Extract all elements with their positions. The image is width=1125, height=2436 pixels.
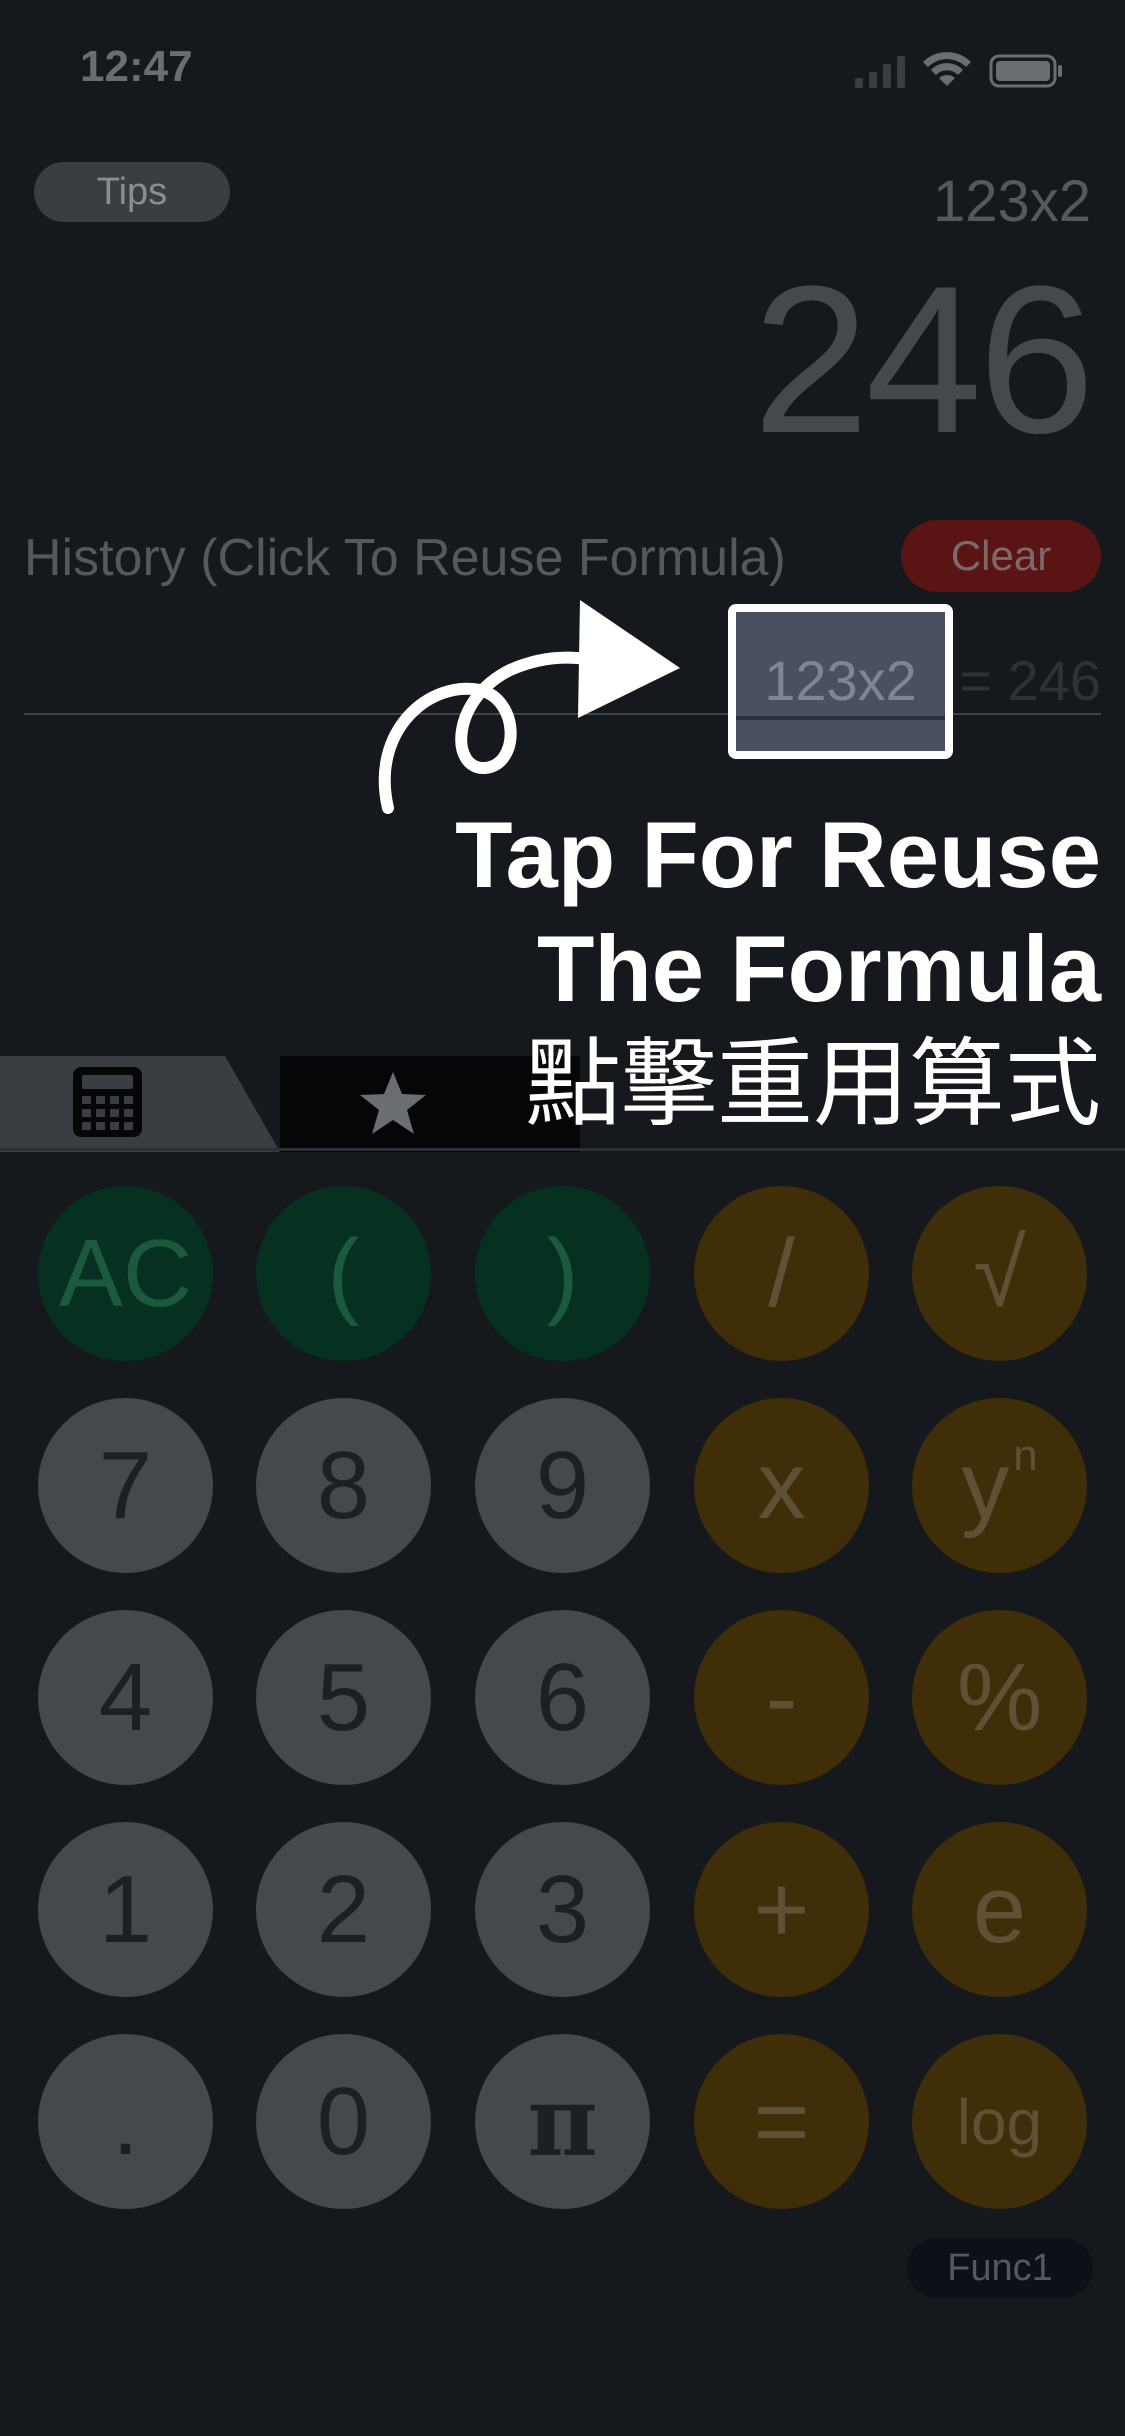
key-6[interactable]: 6 (475, 1610, 650, 1785)
tip-line-3: 點擊重用算式 (525, 1028, 1101, 1140)
key-minus[interactable]: - (694, 1610, 869, 1785)
key-multiply[interactable]: x (694, 1398, 869, 1573)
signal-icon (855, 56, 905, 88)
key-divide[interactable]: / (694, 1186, 869, 1361)
tab-divider (0, 1148, 1125, 1151)
history-formula: 123x2 (764, 649, 917, 712)
key-5[interactable]: 5 (256, 1610, 431, 1785)
key-7[interactable]: 7 (38, 1398, 213, 1573)
key-4[interactable]: 4 (38, 1610, 213, 1785)
key-8[interactable]: 8 (256, 1398, 431, 1573)
expression-display: 123x2 (932, 169, 1091, 234)
result-display: 246 (752, 242, 1095, 477)
key-sqrt[interactable]: √ (912, 1186, 1087, 1361)
history-formula-highlight[interactable]: 123x2 (728, 604, 953, 759)
history-result: = 246 (959, 649, 1101, 712)
key-e[interactable]: e (912, 1822, 1087, 1997)
curly-arrow-icon (378, 600, 680, 814)
history-title: History (Click To Reuse Formula) (24, 529, 786, 587)
key-close-paren[interactable]: ) (475, 1186, 650, 1361)
key-3[interactable]: 3 (475, 1822, 650, 1997)
history-divider (736, 716, 945, 720)
key-power[interactable]: yn (912, 1398, 1087, 1573)
status-time: 12:47 (80, 42, 193, 91)
key-9[interactable]: 9 (475, 1398, 650, 1573)
key-2[interactable]: 2 (256, 1822, 431, 1997)
tip-line-1: Tap For Reuse (455, 802, 1101, 907)
key-percent[interactable]: % (912, 1610, 1087, 1785)
key-log[interactable]: log (912, 2034, 1087, 2209)
key-plus[interactable]: + (694, 1822, 869, 1997)
key-1[interactable]: 1 (38, 1822, 213, 1997)
calculator-icon[interactable] (70, 1064, 145, 1140)
func-toggle-button[interactable]: Func1 (907, 2238, 1093, 2298)
key-pi[interactable]: π (475, 2034, 650, 2209)
tip-line-2: The Formula (536, 916, 1101, 1021)
tips-button[interactable]: Tips (34, 162, 230, 222)
wifi-icon (923, 52, 971, 86)
battery-icon (989, 54, 1062, 88)
key-equals[interactable]: = (694, 2034, 869, 2209)
key-0[interactable]: 0 (256, 2034, 431, 2209)
key-ac[interactable]: AC (38, 1186, 213, 1361)
star-icon[interactable] (358, 1068, 428, 1138)
key-power-base: y (961, 1431, 1010, 1539)
key-power-exponent: n (1013, 1430, 1038, 1480)
key-open-paren[interactable]: ( (256, 1186, 431, 1361)
key-decimal[interactable]: . (38, 2034, 213, 2209)
clear-history-button[interactable]: Clear (901, 520, 1101, 592)
status-icons (855, 52, 1062, 88)
